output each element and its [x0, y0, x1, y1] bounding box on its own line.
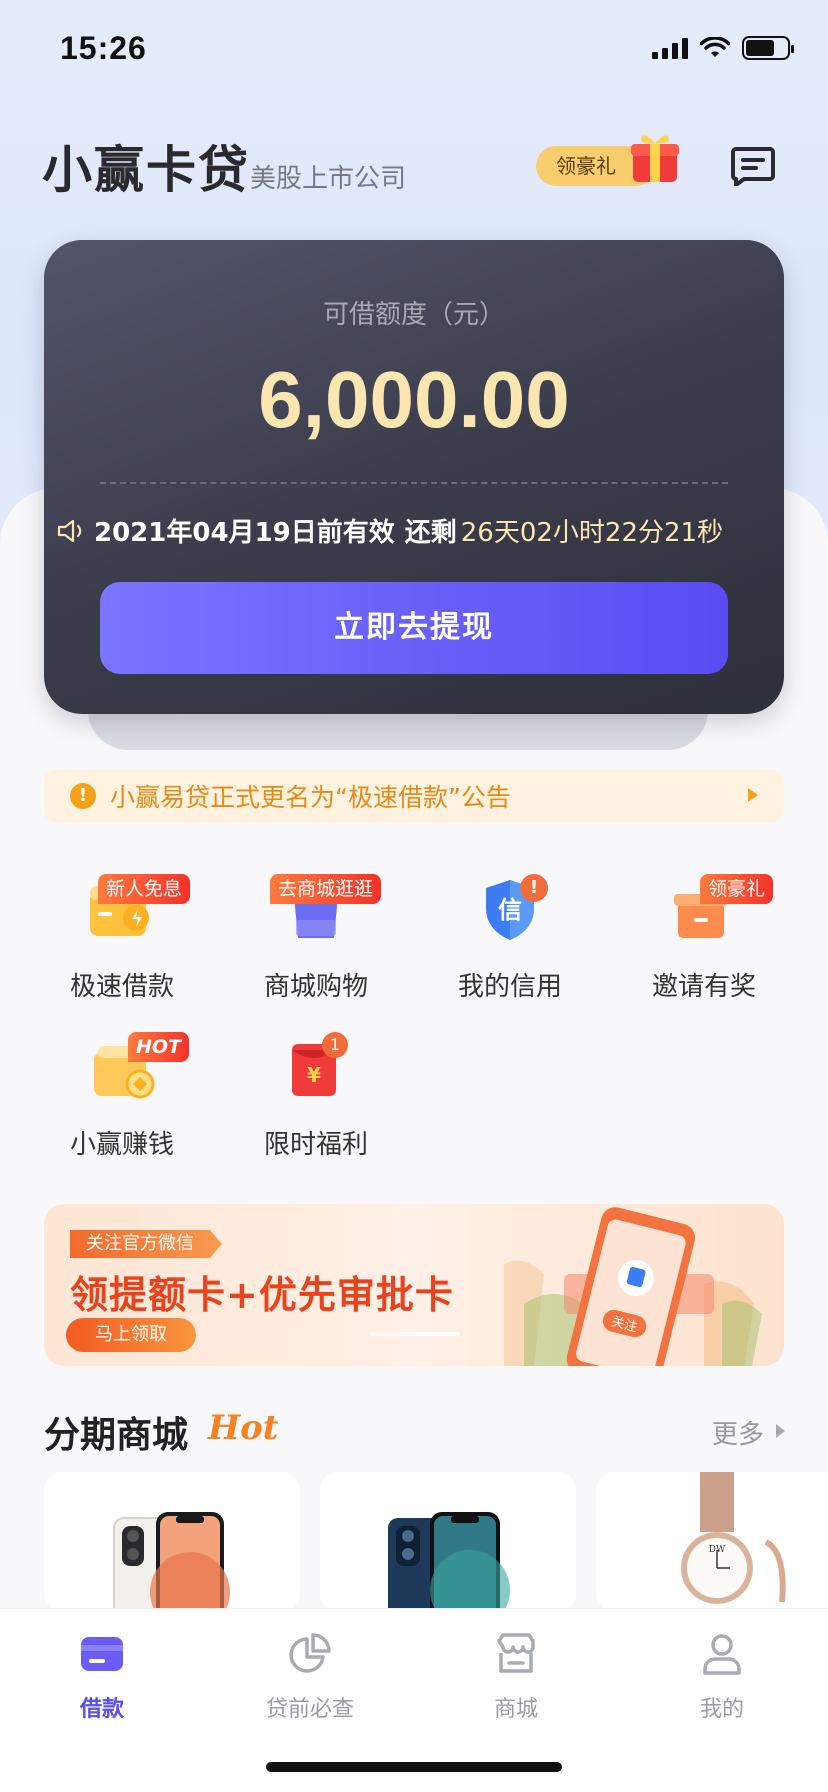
svg-text:¥: ¥	[307, 1063, 321, 1087]
mall-hot-label: Hot	[208, 1408, 279, 1448]
mall-more-link[interactable]: 更多	[712, 1414, 764, 1451]
product-card-iphone-white[interactable]	[44, 1472, 300, 1612]
signal-icon	[652, 37, 688, 59]
phone-illustration: 关注	[504, 1207, 762, 1366]
home-indicator	[266, 1762, 562, 1772]
expire-date: 2021年04月19日前有效	[94, 518, 395, 548]
remain-countdown: 26天02小时22分21秒	[460, 518, 724, 548]
notice-bar[interactable]: ! 小赢易贷正式更名为“极速借款”公告	[44, 770, 784, 822]
svg-text:信: 信	[498, 896, 522, 924]
iphone-blue-image	[388, 1512, 510, 1612]
gift-box-icon[interactable]	[630, 130, 680, 184]
withdraw-button[interactable]: 立即去提现	[100, 582, 728, 674]
tag-go-mall: 去商城逛逛	[270, 874, 382, 904]
tab-label: 商城	[493, 1697, 538, 1722]
tag-hot: HOT	[128, 1032, 190, 1062]
remain-prefix: 还剩	[404, 518, 457, 548]
banner-pagination	[370, 1332, 460, 1336]
product-card-iphone-blue[interactable]	[320, 1472, 576, 1612]
chevron-right-icon[interactable]	[776, 1424, 785, 1438]
tab-mall[interactable]: 商城	[446, 1631, 586, 1731]
app-header: 小赢卡贷 美股上市公司 领豪礼	[0, 130, 828, 210]
service-fast-loan[interactable]: 新人免息 极速借款	[32, 870, 212, 1010]
pie-chart-icon	[289, 1633, 331, 1673]
product-card-watch[interactable]: DW	[596, 1472, 828, 1612]
chevron-right-icon	[748, 788, 758, 802]
notice-text: 小赢易贷正式更名为“极速借款”公告	[110, 783, 511, 812]
expire-row: 2021年04月19日前有效 还剩 26天02小时22分21秒	[56, 512, 786, 549]
brand-name: 小赢卡贷	[42, 141, 250, 199]
service-invite-reward[interactable]: 领豪礼 邀请有奖	[614, 870, 794, 1010]
credit-card: 可借额度（元） 6,000.00 2021年04月19日前有效 还剩 26天02…	[44, 240, 784, 714]
store-icon	[497, 1633, 535, 1673]
mall-title: 分期商城	[44, 1415, 189, 1456]
iphone-white-image	[113, 1512, 230, 1612]
banner-tag: 关注官方微信	[70, 1230, 222, 1258]
user-icon	[703, 1634, 741, 1675]
banner-title: 领提额卡+优先审批卡	[70, 1273, 454, 1317]
wifi-icon	[700, 37, 730, 57]
brand-subtitle: 美股上市公司	[250, 164, 407, 194]
watch-image: DW	[681, 1472, 786, 1604]
credit-limit-label: 可借额度（元）	[322, 300, 505, 330]
tab-pre-loan-check[interactable]: 贷前必查	[240, 1631, 380, 1731]
tab-label: 借款	[79, 1697, 124, 1722]
service-mall-shopping[interactable]: 去商城逛逛 商城购物	[226, 870, 406, 1010]
credit-amount: 6,000.00	[258, 355, 570, 444]
service-label: 限时福利	[263, 1130, 368, 1160]
tab-label: 贷前必查	[265, 1697, 354, 1722]
speaker-icon	[57, 519, 82, 542]
message-icon[interactable]	[730, 146, 776, 186]
service-label: 邀请有奖	[651, 972, 756, 1002]
benefit-count-badge: 1	[322, 1032, 348, 1058]
status-icons	[652, 36, 794, 60]
warning-icon: !	[70, 783, 96, 809]
tag-gift: 领豪礼	[700, 874, 774, 904]
tab-me[interactable]: 我的	[652, 1631, 792, 1731]
status-time: 15:26	[60, 30, 147, 66]
card-divider	[100, 482, 728, 484]
claim-now-button[interactable]: 马上领取	[66, 1318, 196, 1352]
tab-label: 我的	[699, 1697, 744, 1722]
status-bar: 15:26	[0, 0, 828, 100]
service-label: 小赢赚钱	[69, 1130, 174, 1160]
credit-alert-badge: !	[520, 874, 548, 902]
card-icon	[81, 1637, 123, 1671]
service-earn-money[interactable]: HOT 小赢赚钱	[32, 1028, 212, 1168]
tag-new-user: 新人免息	[98, 874, 191, 904]
wechat-banner[interactable]: 关注官方微信 领提额卡+优先审批卡 马上领取 关注	[44, 1204, 784, 1366]
service-label: 极速借款	[69, 972, 174, 1002]
service-label: 商城购物	[263, 972, 368, 1002]
battery-icon	[742, 36, 794, 60]
service-label: 我的信用	[457, 972, 562, 1002]
tab-loan[interactable]: 借款	[32, 1631, 172, 1731]
service-limited-benefit[interactable]: ¥ 1 限时福利	[226, 1028, 406, 1168]
service-my-credit[interactable]: 信 ! 我的信用	[420, 870, 600, 1010]
